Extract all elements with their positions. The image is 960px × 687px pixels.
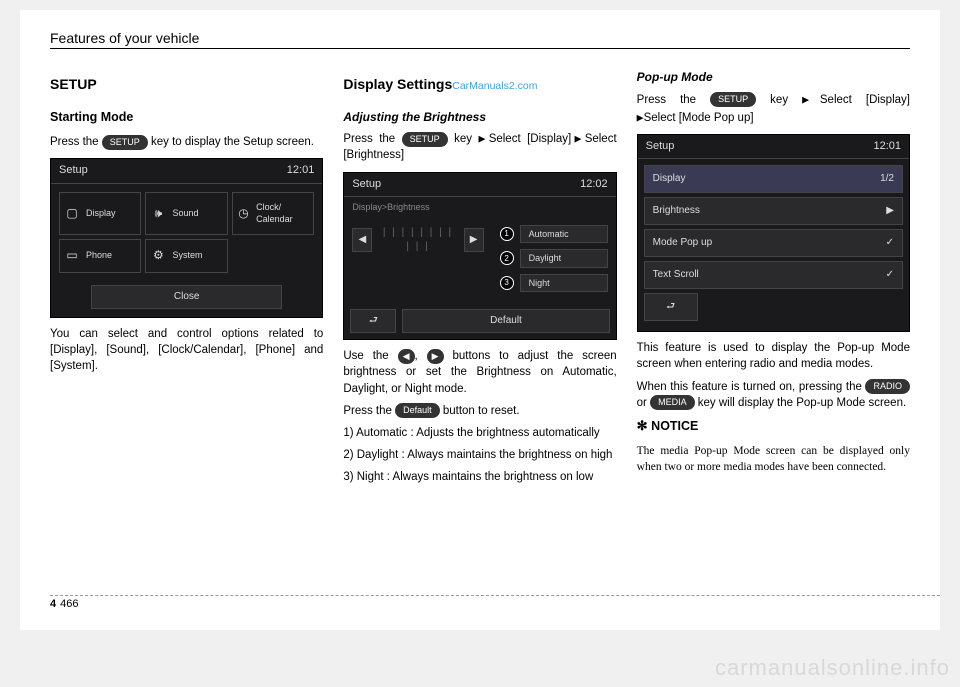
breadcrumb: Display>Brightness <box>344 197 615 218</box>
col1-intro: Press the SETUP key to display the Setup… <box>50 134 323 150</box>
notice-heading: ✻ NOTICE <box>637 417 910 436</box>
back-icon: ⮐ <box>350 309 396 333</box>
chevron-right-icon: ▶ <box>571 134 584 144</box>
back-icon: ⮐ <box>644 293 698 321</box>
chevron-right-icon: ▶ <box>802 94 820 104</box>
gear-icon: ⚙ <box>150 248 166 264</box>
page-counter: 1/2 <box>880 172 894 186</box>
popup-mode-heading: Pop-up Mode <box>637 69 910 86</box>
display-icon: ▢ <box>64 205 80 221</box>
check-icon: ✓ <box>886 268 894 282</box>
starting-mode-heading: Starting Mode <box>50 109 323 127</box>
list-item-3: 3) Night : Always maintains the brightne… <box>343 469 616 485</box>
menu-system: ⚙System <box>145 239 227 273</box>
scr-title: Setup <box>352 177 381 192</box>
scr-title: Setup <box>646 139 675 154</box>
page-number: 466 <box>60 598 78 610</box>
scr-time: 12:02 <box>580 177 608 192</box>
page-header: Features of your vehicle <box>50 30 910 49</box>
scr-time: 12:01 <box>287 163 315 178</box>
marker-3: 3 <box>500 276 514 290</box>
option-night: Night <box>520 274 608 293</box>
chevron-right-icon: ▶ <box>886 204 894 218</box>
scr-time: 12:01 <box>873 139 901 154</box>
setup-key: SETUP <box>102 135 148 150</box>
left-arrow-icon: ◀ <box>398 349 415 364</box>
col3-intro2: ▶Select [Mode Pop up] <box>637 110 910 126</box>
display-list-screenshot: Setup 12:01 Display 1/2 Brightness ▶ Mod… <box>637 134 910 332</box>
close-button: Close <box>91 285 282 309</box>
column-2: Display SettingsCarManuals2.com Adjustin… <box>343 69 616 491</box>
menu-sound: 🕪Sound <box>145 192 227 235</box>
menu-clock: ◷Clock/ Calendar <box>232 192 314 235</box>
notice-icon: ✻ <box>637 418 652 433</box>
chapter-number: 4 <box>50 598 56 610</box>
col3-intro: Press the SETUP key ▶Select [Display] <box>637 92 910 108</box>
setup-key: SETUP <box>710 92 756 107</box>
option-automatic: Automatic <box>520 225 608 244</box>
decrease-arrow-icon: ◀ <box>352 228 372 252</box>
menu-phone: ▭Phone <box>59 239 141 273</box>
row-text-scroll: Text Scroll ✓ <box>644 261 903 289</box>
chevron-right-icon: ▶ <box>637 113 644 123</box>
brightness-heading: Adjusting the Brightness <box>343 109 616 126</box>
scr-title: Setup <box>59 163 88 178</box>
increase-arrow-icon: ▶ <box>464 228 484 252</box>
phone-icon: ▭ <box>64 248 80 264</box>
sound-icon: 🕪 <box>150 205 166 221</box>
list-item-2: 2) Daylight : Always maintains the brigh… <box>343 447 616 463</box>
list-header: Display <box>653 172 686 186</box>
col3-desc: This feature is used to display the Pop-… <box>637 340 910 372</box>
clock-icon: ◷ <box>237 205 250 221</box>
setup-main-screenshot: Setup 12:01 ▢Display 🕪Sound ◷Clock/ Cale… <box>50 158 323 318</box>
option-daylight: Daylight <box>520 249 608 268</box>
col2-reset: Press the Default button to reset. <box>343 403 616 419</box>
col2-intro: Press the SETUP key ▶Select [Display]▶Se… <box>343 131 616 163</box>
marker-1: 1 <box>500 227 514 241</box>
page-footer: 4 466 <box>50 595 940 610</box>
manual-page: Features of your vehicle SETUP Starting … <box>20 10 940 630</box>
notice-body: The media Pop-up Mode screen can be disp… <box>637 443 910 475</box>
default-button: Default <box>402 309 609 333</box>
column-1: SETUP Starting Mode Press the SETUP key … <box>50 69 323 491</box>
setup-heading: SETUP <box>50 75 323 95</box>
check-icon: ✓ <box>886 236 894 250</box>
col1-desc: You can select and control options relat… <box>50 326 323 374</box>
content-columns: SETUP Starting Mode Press the SETUP key … <box>50 69 910 491</box>
default-key: Default <box>395 403 440 418</box>
right-arrow-icon: ▶ <box>427 349 444 364</box>
chevron-right-icon: ▶ <box>478 134 488 144</box>
brightness-slider: | | | | | | | | | | | <box>378 226 457 254</box>
menu-display: ▢Display <box>59 192 141 235</box>
radio-key: RADIO <box>865 379 910 394</box>
watermark-top: CarManuals2.com <box>452 80 537 92</box>
row-mode-popup: Mode Pop up ✓ <box>644 229 903 257</box>
marker-2: 2 <box>500 251 514 265</box>
media-key: MEDIA <box>650 395 695 410</box>
brightness-screenshot: Setup 12:02 Display>Brightness ◀ | | | |… <box>343 172 616 341</box>
column-3: Pop-up Mode Press the SETUP key ▶Select … <box>637 69 910 491</box>
col2-usage: Use the ◀, ▶ buttons to adjust the scree… <box>343 348 616 396</box>
row-brightness: Brightness ▶ <box>644 197 903 225</box>
watermark-bottom: carmanualsonline.info <box>715 655 950 681</box>
setup-key: SETUP <box>402 132 448 147</box>
display-settings-heading: Display SettingsCarManuals2.com <box>343 75 616 95</box>
col3-desc2: When this feature is turned on, pressing… <box>637 379 910 411</box>
list-item-1: 1) Automatic : Adjusts the brightness au… <box>343 425 616 441</box>
